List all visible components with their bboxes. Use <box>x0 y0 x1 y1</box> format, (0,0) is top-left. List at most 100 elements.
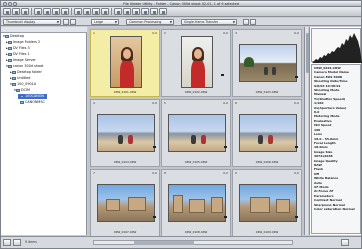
toolbar-rotate-left-button[interactable] <box>43 8 51 15</box>
view-options-bar: Thumbnail display ▼ Large ▼ Common Proce… <box>1 18 361 26</box>
thumbnail-cell[interactable]: 1 0-0 CRW_0101.CRW <box>90 29 160 97</box>
tree-item[interactable]: ▶ DV Files 1 <box>6 52 30 57</box>
display-mode-dropdown[interactable]: Thumbnail display ▼ <box>3 19 61 25</box>
thumbnail-image <box>110 36 142 88</box>
toolbar-help-button[interactable] <box>159 8 167 15</box>
tree-item[interactable]: ▶ Untitled <box>10 76 30 81</box>
toolbar-edit-button[interactable] <box>141 8 149 15</box>
toolbar-divider <box>71 8 72 15</box>
thumbnail-number: 5 <box>164 101 166 105</box>
toolbar-rotate-right-button[interactable] <box>52 8 60 15</box>
resize-grip-icon[interactable] <box>341 239 349 246</box>
toolbar-slideshow-button[interactable] <box>101 8 109 15</box>
toolbar-trash-button[interactable] <box>61 8 69 15</box>
thumbnail-cell[interactable]: 4 0-0 CRW_0104.CRW <box>90 99 160 167</box>
transfer-dropdown[interactable]: Single-frame Transfer ▼ <box>181 19 237 25</box>
tree-toggle-button[interactable] <box>63 19 69 25</box>
display-mode-value: Thumbnail display <box>6 20 36 24</box>
thumbnail-rating: 0-0 <box>294 101 299 105</box>
processing-dropdown[interactable]: Common Processing ▼ <box>126 19 174 25</box>
toolbar-forward-button[interactable] <box>12 8 20 15</box>
thumbnail-caption: CRW_0109.CRW <box>255 230 279 234</box>
folder-icon <box>12 82 16 86</box>
folder-icon <box>8 40 12 44</box>
thumbnail-image <box>168 184 226 222</box>
raw-badge-icon <box>153 216 156 218</box>
thumbnail-image <box>97 114 155 152</box>
thumbnail-number: 7 <box>93 171 95 175</box>
info-panel: CRW_0101.CRW Camera Model Name Canon EOS… <box>309 27 362 235</box>
toolbar-back-button[interactable] <box>3 8 11 15</box>
histogram <box>311 28 362 63</box>
thumbnail-caption: CRW_0106.CRW <box>255 160 279 164</box>
thumbnail-cell[interactable]: 8 0-0 CRW_0108.CRW <box>161 169 231 237</box>
toolbar-convert-button[interactable] <box>92 8 100 15</box>
thumbnail-caption: CRW_0107.CRW <box>113 230 137 234</box>
list-toggle-button[interactable] <box>70 19 76 25</box>
thumbnail-number: 3 <box>235 31 237 35</box>
toolbar-mail-button[interactable] <box>83 8 91 15</box>
folder-icon <box>16 88 20 92</box>
tree-item[interactable]: ▼ 100_0901A <box>10 82 36 87</box>
toolbar-select-button[interactable] <box>34 8 42 15</box>
thumbnail-number: 9 <box>235 171 237 175</box>
horizontal-scrollbar[interactable] <box>93 240 293 245</box>
folder-icon <box>8 52 12 56</box>
folder-icon <box>20 100 24 104</box>
tree-item[interactable]: ▼ DCIM <box>14 88 30 93</box>
thumbnail-cell[interactable]: 5 0-0 CRW_0105.CRW <box>161 99 231 167</box>
thumbnail-image <box>97 184 155 222</box>
tree-item[interactable]: CANONMSC <box>18 100 45 105</box>
info-line: Color saturation Normal <box>314 207 355 211</box>
thumbnail-size-value: Large <box>94 20 103 24</box>
tree-item[interactable]: ▶ Image Folders 2 <box>6 40 40 45</box>
transfer-option-button[interactable] <box>243 19 249 25</box>
toolbar-print-button[interactable] <box>74 8 82 15</box>
thumbnail-caption: CRW_0104.CRW <box>113 160 137 164</box>
tree-item[interactable]: ▶ Image Server <box>6 58 36 63</box>
thumbnail-cell[interactable]: 9 0-0 CRW_0109.CRW <box>232 169 302 237</box>
transfer-option-button[interactable] <box>250 19 256 25</box>
thumbnail-number: 8 <box>164 171 166 175</box>
status-button-right[interactable] <box>13 239 21 246</box>
transfer-value: Single-frame Transfer <box>184 20 219 24</box>
thumbnail-number: 6 <box>235 101 237 105</box>
tree-item[interactable]: ▼ Desktop <box>3 34 24 39</box>
thumbnail-image <box>239 114 297 152</box>
raw-badge-icon <box>221 74 224 76</box>
tree-item[interactable]: ▶ Desktop folder <box>10 70 42 75</box>
thumbnail-caption: CRW_0102.CRW <box>184 90 208 94</box>
thumbnail-cell[interactable]: 2 0-0 CRW_0102.CRW <box>161 29 231 97</box>
toolbar-info-button[interactable] <box>114 8 122 15</box>
toolbar-compare-button[interactable] <box>123 8 131 15</box>
thumbnail-cell[interactable]: 6 0-0 CRW_0106.CRW <box>232 99 302 167</box>
raw-badge-icon <box>295 76 298 78</box>
status-text: 9 items <box>25 240 37 244</box>
toolbar-palette-button[interactable] <box>150 8 158 15</box>
raw-badge-icon <box>224 216 227 218</box>
raw-badge-icon <box>224 146 227 148</box>
thumbnail-cell[interactable]: 3 0-0 CRW_0103.CRW <box>232 29 302 97</box>
toolbar-up-button[interactable] <box>21 8 29 15</box>
thumbnail-number: 4 <box>93 101 95 105</box>
toolbar <box>1 7 361 17</box>
thumbnail-cell[interactable]: 7 0-0 CRW_0107.CRW <box>90 169 160 237</box>
status-button-left[interactable] <box>3 239 11 246</box>
thumbnail-caption: CRW_0105.CRW <box>184 160 208 164</box>
thumbnail-rating: 0-0 <box>152 171 157 175</box>
scrollbar-thumb[interactable] <box>134 241 194 245</box>
tree-item[interactable]: ▼ canon 300d shoot <box>6 64 44 69</box>
thumbnail-size-dropdown[interactable]: Large ▼ <box>91 19 119 25</box>
thumbnail-image <box>168 114 226 152</box>
tree-item[interactable]: ▶ DV Files 3 <box>6 46 30 51</box>
thumbnail-rating: 0-0 <box>223 171 228 175</box>
toolbar-view-button[interactable] <box>132 8 140 15</box>
tree-header <box>1 27 87 33</box>
thumbnail-scrollbar[interactable] <box>304 27 309 235</box>
histogram-graph <box>312 33 362 63</box>
thumbnail-image <box>239 44 297 82</box>
thumbnail-rating: 0-0 <box>223 31 228 35</box>
folder-icon <box>8 46 12 50</box>
raw-badge-icon <box>153 146 156 148</box>
tree-item-selected[interactable]: 100CANON <box>18 94 47 99</box>
